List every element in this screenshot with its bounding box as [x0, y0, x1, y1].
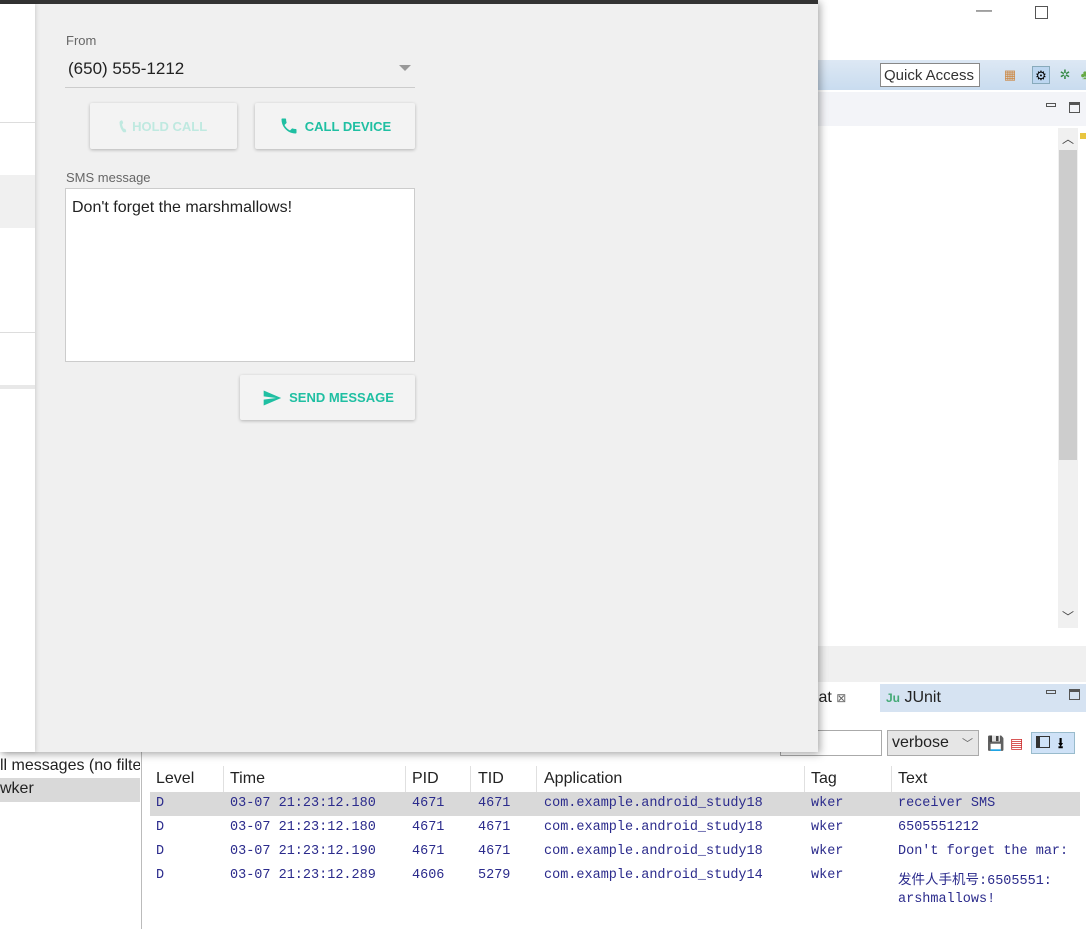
minimize-view-button[interactable]	[1046, 690, 1056, 694]
hold-call-button[interactable]: 📞︎ HOLD CALL	[90, 103, 237, 149]
cell-tid: 4671	[478, 820, 511, 835]
tab-label: JUnit	[904, 689, 941, 706]
divider	[470, 766, 471, 794]
col-time[interactable]: Time	[230, 770, 265, 788]
from-label: From	[66, 33, 97, 48]
save-icon[interactable]: 💾	[987, 735, 1004, 752]
filter-wker[interactable]: wker	[0, 778, 140, 802]
cell-tag: wker	[811, 796, 844, 811]
minimize-view-button[interactable]	[1046, 103, 1056, 107]
cell-level: D	[156, 868, 165, 883]
divider	[405, 766, 406, 794]
divider	[0, 122, 35, 123]
cell-text: 6505551212	[898, 820, 980, 835]
call-device-button[interactable]: CALL DEVICE	[255, 103, 415, 149]
cell-level: D	[156, 796, 165, 811]
maximize-window-button[interactable]	[1035, 6, 1048, 19]
cell-app: com.example.android_study18	[544, 820, 763, 835]
cell-tag: wker	[811, 868, 844, 883]
call-device-label: CALL DEVICE	[304, 118, 392, 134]
sms-message-textarea[interactable]: Don't forget the marshmallows!	[65, 188, 415, 362]
cell-pid: 4606	[412, 868, 445, 883]
show-filters-icon[interactable]	[1036, 736, 1050, 748]
editor-area[interactable]	[818, 126, 1086, 646]
from-underline	[65, 87, 415, 88]
tab-junit[interactable]: Ju JUnit	[884, 684, 943, 712]
col-application[interactable]: Application	[544, 770, 622, 788]
col-text[interactable]: Text	[898, 770, 927, 788]
debug-perspective-icon[interactable]: ✲	[1056, 66, 1074, 84]
dropdown-arrow-icon[interactable]	[399, 65, 411, 71]
scroll-lock-icon[interactable]: ⭳	[1058, 733, 1063, 758]
cell-time: 03-07 21:23:12.289	[230, 868, 376, 883]
open-perspective-icon[interactable]: ▦	[1001, 66, 1019, 84]
log-row[interactable]: D 03-07 21:23:12.180 4671 4671 com.example.a…	[150, 792, 1080, 816]
log-level-select[interactable]: verbose ﹀	[887, 730, 979, 756]
cell-app: com.example.android_study18	[544, 844, 763, 859]
log-row[interactable]: D 03-07 21:23:12.190 4671 4671 com.example.a…	[150, 840, 1080, 864]
log-continuation: arshmallows!	[150, 888, 1080, 912]
continuation-text: arshmallows!	[898, 892, 996, 907]
marker-icon	[1080, 133, 1086, 139]
col-tid[interactable]: TID	[478, 770, 504, 788]
log-row[interactable]: D 03-07 21:23:12.180 4671 4671 com.example.a…	[150, 816, 1080, 840]
cell-tag: wker	[811, 844, 844, 859]
close-tab-icon[interactable]: ⊠	[836, 691, 846, 705]
log-row[interactable]: D 03-07 21:23:12.289 4606 5279 com.example.a…	[150, 864, 1080, 889]
divider	[536, 766, 537, 794]
divider	[0, 332, 35, 333]
horizontal-scrollbar[interactable]	[818, 646, 1086, 682]
cell-tag: wker	[811, 820, 844, 835]
quick-access-input[interactable]	[880, 63, 980, 87]
cell-level: D	[156, 820, 165, 835]
divider	[804, 766, 805, 794]
clear-log-icon[interactable]: ▤	[1010, 735, 1023, 752]
maximize-view-button[interactable]	[1069, 689, 1080, 700]
cell-time: 03-07 21:23:12.180	[230, 820, 376, 835]
cell-time: 03-07 21:23:12.180	[230, 796, 376, 811]
cell-tid: 4671	[478, 844, 511, 859]
col-tag[interactable]: Tag	[811, 770, 837, 788]
cell-tid: 5279	[478, 868, 511, 883]
ddms-perspective-icon[interactable]: ⚙	[1032, 66, 1050, 84]
cell-app: com.example.android_study18	[544, 796, 763, 811]
maximize-view-button[interactable]	[1069, 102, 1080, 113]
sidebar-item-selected[interactable]	[0, 175, 35, 228]
send-icon	[263, 390, 282, 405]
junit-icon: Ju	[886, 691, 901, 705]
divider	[0, 385, 35, 389]
cell-pid: 4671	[412, 820, 445, 835]
send-message-label: SEND MESSAGE	[289, 390, 394, 405]
phone-icon	[281, 118, 297, 134]
chevron-down-icon: ﹀	[962, 738, 973, 750]
cell-pid: 4671	[412, 844, 445, 859]
col-level[interactable]: Level	[156, 770, 194, 788]
cell-text: receiver SMS	[898, 796, 996, 811]
scroll-up-icon[interactable]: ︿	[1062, 130, 1074, 147]
java-perspective-icon[interactable]: ♣	[1076, 66, 1086, 84]
divider	[223, 766, 224, 794]
from-select[interactable]: (650) 555-1212	[68, 59, 184, 79]
scrollbar-thumb[interactable]	[1059, 150, 1077, 460]
filter-all-messages[interactable]: ll messages (no filte	[0, 755, 140, 779]
minimize-window-button[interactable]: —	[976, 2, 992, 20]
cell-time: 03-07 21:23:12.190	[230, 844, 376, 859]
cell-pid: 4671	[412, 796, 445, 811]
cell-level: D	[156, 844, 165, 859]
cell-tid: 4671	[478, 796, 511, 811]
selected-level: verbose	[892, 734, 949, 751]
divider	[891, 766, 892, 794]
hold-call-label: HOLD CALL	[132, 118, 208, 134]
editor-header	[818, 92, 1086, 126]
scroll-down-icon[interactable]: ﹀	[1062, 608, 1074, 625]
send-message-button[interactable]: SEND MESSAGE	[240, 375, 415, 420]
cell-app: com.example.android_study14	[544, 868, 763, 883]
cell-text: Don't forget the mar:	[898, 844, 1069, 859]
sms-label: SMS message	[66, 170, 151, 185]
cell-text: 发件人手机号:6505551:	[898, 874, 1052, 889]
col-pid[interactable]: PID	[412, 770, 439, 788]
emulator-sidebar	[0, 4, 35, 752]
phone-paused-icon: 📞︎	[119, 115, 127, 136]
